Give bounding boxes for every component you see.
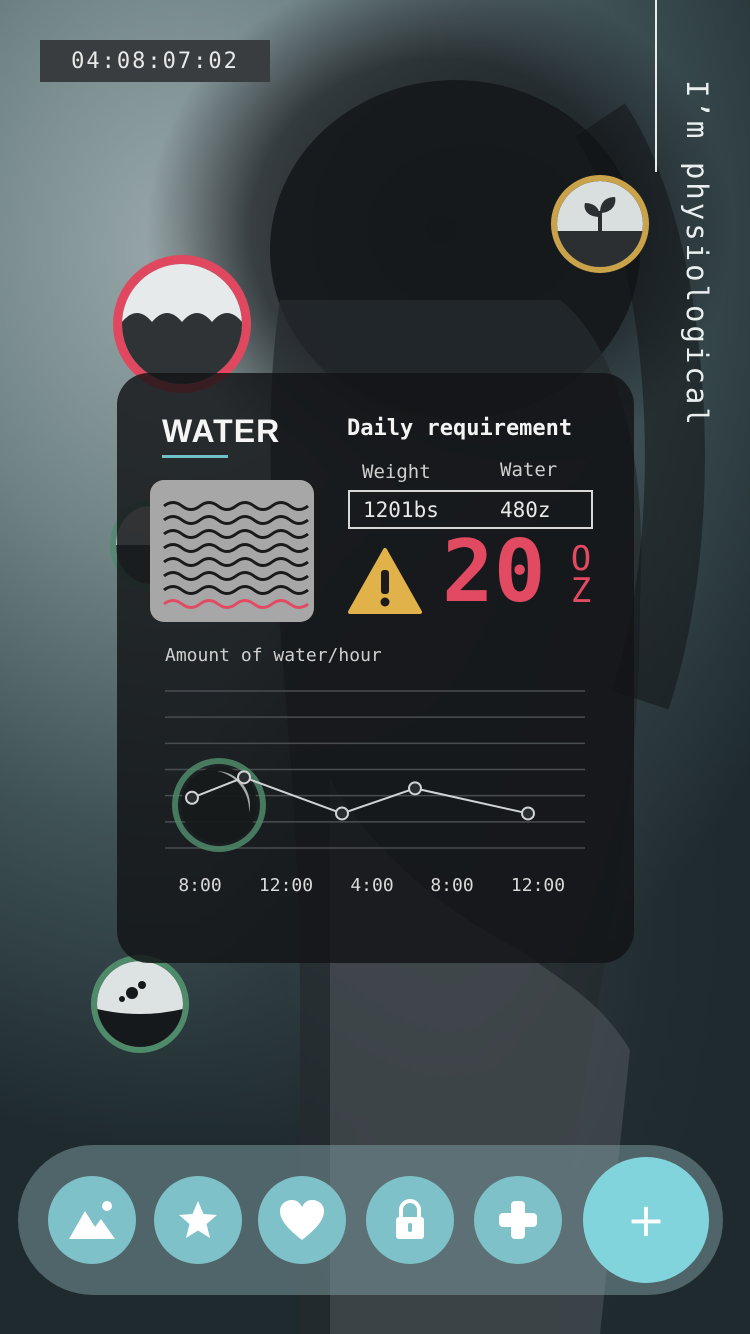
chart-point xyxy=(237,770,251,785)
countdown-timer: 04:08:07:02 xyxy=(40,40,270,82)
title-underline xyxy=(162,455,228,458)
card-title: WATER xyxy=(162,413,281,449)
chart-x-tick-label: 12:00 xyxy=(259,875,313,896)
water-per-hour-chart: 8:00 12:00 4:00 8:00 12:00 xyxy=(165,690,585,896)
favorites-button[interactable] xyxy=(154,1176,242,1264)
chart-x-tick-label: 12:00 xyxy=(511,875,565,896)
chart-point xyxy=(408,781,422,796)
plus-cross-icon xyxy=(499,1201,537,1239)
mountain-image-icon xyxy=(69,1201,115,1239)
warning-icon xyxy=(348,548,422,614)
title-divider-line xyxy=(655,0,657,172)
add-button[interactable]: + xyxy=(583,1157,709,1283)
chart-point xyxy=(185,790,199,805)
chart-point xyxy=(521,806,535,821)
side-title: I’m physiological xyxy=(680,80,714,428)
star-icon xyxy=(179,1201,217,1238)
bottom-dock: + xyxy=(18,1145,723,1295)
health-button[interactable] xyxy=(474,1176,562,1264)
heart-icon xyxy=(280,1200,324,1240)
lock-icon xyxy=(396,1199,424,1239)
chart-x-tick-label: 4:00 xyxy=(350,875,393,896)
gallery-button[interactable] xyxy=(48,1176,136,1264)
water-value: 480z xyxy=(500,498,551,522)
daily-amount-value: 20 xyxy=(442,522,546,622)
lock-button[interactable] xyxy=(366,1176,454,1264)
unit-z-letter: Z xyxy=(570,571,592,611)
chart-point xyxy=(335,806,349,821)
weight-label: Weight xyxy=(362,461,431,483)
plant-sprout-icon[interactable] xyxy=(551,175,649,273)
water-waves-icon xyxy=(150,480,314,622)
weight-value: 1201bs xyxy=(363,498,439,522)
chart-x-tick-label: 8:00 xyxy=(178,875,221,896)
daily-requirement-heading: Daily requirement xyxy=(347,416,573,441)
likes-button[interactable] xyxy=(258,1176,346,1264)
water-card: WATER Daily requirement Weight Water 120… xyxy=(117,373,634,963)
chart-title: Amount of water/hour xyxy=(165,645,382,666)
bubbles-icon[interactable] xyxy=(91,955,189,1053)
water-label: Water xyxy=(500,459,558,481)
chart-x-tick-label: 8:00 xyxy=(430,875,473,896)
daily-amount-unit: O Z xyxy=(567,542,595,608)
